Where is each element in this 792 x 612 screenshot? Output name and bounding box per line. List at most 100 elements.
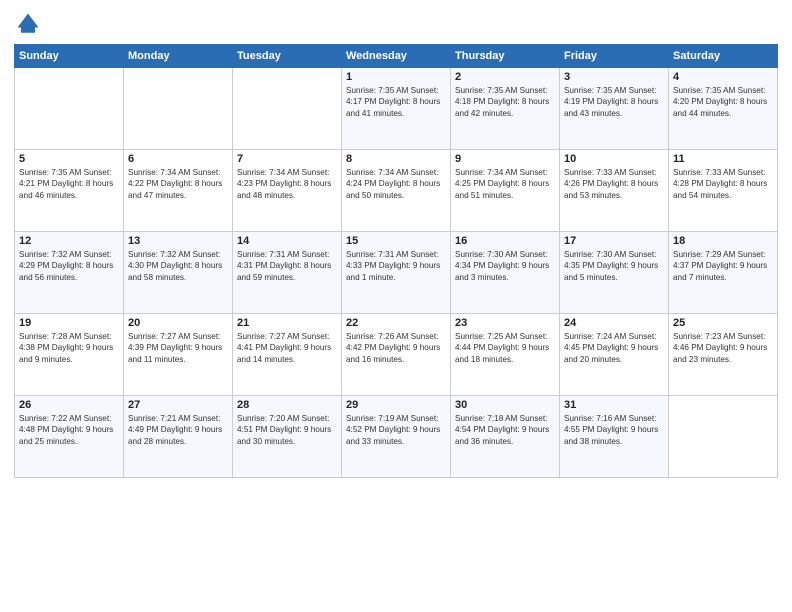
day-info: Sunrise: 7:19 AM Sunset: 4:52 PM Dayligh… [346,413,446,447]
day-number: 8 [346,153,446,165]
day-info: Sunrise: 7:34 AM Sunset: 4:22 PM Dayligh… [128,167,228,201]
day-info: Sunrise: 7:20 AM Sunset: 4:51 PM Dayligh… [237,413,337,447]
calendar-cell: 29 Sunrise: 7:19 AM Sunset: 4:52 PM Dayli… [342,396,451,478]
day-number: 28 [237,399,337,411]
column-header-tuesday: Tuesday [233,45,342,68]
day-info: Sunrise: 7:23 AM Sunset: 4:46 PM Dayligh… [673,331,773,365]
logo-icon [14,10,42,38]
day-number: 18 [673,235,773,247]
day-number: 12 [19,235,119,247]
calendar-cell: 17 Sunrise: 7:30 AM Sunset: 4:35 PM Dayli… [560,232,669,314]
calendar-cell: 26 Sunrise: 7:22 AM Sunset: 4:48 PM Dayli… [15,396,124,478]
calendar-cell: 27 Sunrise: 7:21 AM Sunset: 4:49 PM Dayli… [124,396,233,478]
day-info: Sunrise: 7:29 AM Sunset: 4:37 PM Dayligh… [673,249,773,283]
day-number: 9 [455,153,555,165]
calendar-week-row: 26 Sunrise: 7:22 AM Sunset: 4:48 PM Dayli… [15,396,778,478]
calendar-cell: 25 Sunrise: 7:23 AM Sunset: 4:46 PM Dayli… [669,314,778,396]
day-info: Sunrise: 7:33 AM Sunset: 4:28 PM Dayligh… [673,167,773,201]
calendar-cell: 1 Sunrise: 7:35 AM Sunset: 4:17 PM Daylig… [342,68,451,150]
day-info: Sunrise: 7:21 AM Sunset: 4:49 PM Dayligh… [128,413,228,447]
day-info: Sunrise: 7:33 AM Sunset: 4:26 PM Dayligh… [564,167,664,201]
day-info: Sunrise: 7:30 AM Sunset: 4:34 PM Dayligh… [455,249,555,283]
day-info: Sunrise: 7:31 AM Sunset: 4:33 PM Dayligh… [346,249,446,283]
calendar-cell: 13Sunrise: 7:32 AM Sunset: 4:30 PM Dayli… [124,232,233,314]
day-number: 29 [346,399,446,411]
column-header-monday: Monday [124,45,233,68]
day-info: Sunrise: 7:18 AM Sunset: 4:54 PM Dayligh… [455,413,555,447]
day-number: 19 [19,317,119,329]
day-number: 25 [673,317,773,329]
day-number: 11 [673,153,773,165]
calendar-cell: 8Sunrise: 7:34 AM Sunset: 4:24 PM Daylig… [342,150,451,232]
calendar-cell: 3 Sunrise: 7:35 AM Sunset: 4:19 PM Daylig… [560,68,669,150]
day-info: Sunrise: 7:34 AM Sunset: 4:23 PM Dayligh… [237,167,337,201]
day-info: Sunrise: 7:35 AM Sunset: 4:18 PM Dayligh… [455,85,555,119]
column-header-sunday: Sunday [15,45,124,68]
column-header-saturday: Saturday [669,45,778,68]
calendar-cell: 14 Sunrise: 7:31 AM Sunset: 4:31 PM Dayli… [233,232,342,314]
day-info: Sunrise: 7:22 AM Sunset: 4:48 PM Dayligh… [19,413,119,447]
calendar-cell: 9 Sunrise: 7:34 AM Sunset: 4:25 PM Daylig… [451,150,560,232]
day-info: Sunrise: 7:25 AM Sunset: 4:44 PM Dayligh… [455,331,555,365]
day-info: Sunrise: 7:32 AM Sunset: 4:29 PM Dayligh… [19,249,119,283]
day-number: 7 [237,153,337,165]
day-number: 1 [346,71,446,83]
calendar-table: SundayMondayTuesdayWednesdayThursdayFrid… [14,44,778,478]
calendar-cell: 15 Sunrise: 7:31 AM Sunset: 4:33 PM Dayli… [342,232,451,314]
day-number: 26 [19,399,119,411]
day-info: Sunrise: 7:35 AM Sunset: 4:17 PM Dayligh… [346,85,446,119]
calendar-cell: 4Sunrise: 7:35 AM Sunset: 4:20 PM Daylig… [669,68,778,150]
calendar-cell: 20Sunrise: 7:27 AM Sunset: 4:39 PM Dayli… [124,314,233,396]
day-number: 15 [346,235,446,247]
calendar-cell [669,396,778,478]
calendar-cell: 6 Sunrise: 7:34 AM Sunset: 4:22 PM Daylig… [124,150,233,232]
calendar-cell: 21Sunrise: 7:27 AM Sunset: 4:41 PM Dayli… [233,314,342,396]
day-info: Sunrise: 7:32 AM Sunset: 4:30 PM Dayligh… [128,249,228,283]
calendar-cell: 11 Sunrise: 7:33 AM Sunset: 4:28 PM Dayli… [669,150,778,232]
day-number: 4 [673,71,773,83]
day-info: Sunrise: 7:24 AM Sunset: 4:45 PM Dayligh… [564,331,664,365]
page-container: SundayMondayTuesdayWednesdayThursdayFrid… [0,0,792,486]
day-info: Sunrise: 7:31 AM Sunset: 4:31 PM Dayligh… [237,249,337,283]
calendar-cell [15,68,124,150]
day-info: Sunrise: 7:35 AM Sunset: 4:19 PM Dayligh… [564,85,664,119]
column-header-friday: Friday [560,45,669,68]
calendar-week-row: 1 Sunrise: 7:35 AM Sunset: 4:17 PM Daylig… [15,68,778,150]
day-number: 6 [128,153,228,165]
day-info: Sunrise: 7:16 AM Sunset: 4:55 PM Dayligh… [564,413,664,447]
day-number: 3 [564,71,664,83]
calendar-week-row: 12 Sunrise: 7:32 AM Sunset: 4:29 PM Dayli… [15,232,778,314]
calendar-cell: 12 Sunrise: 7:32 AM Sunset: 4:29 PM Dayli… [15,232,124,314]
calendar-cell: 28 Sunrise: 7:20 AM Sunset: 4:51 PM Dayli… [233,396,342,478]
logo [14,10,46,38]
calendar-cell: 10Sunrise: 7:33 AM Sunset: 4:26 PM Dayli… [560,150,669,232]
day-info: Sunrise: 7:30 AM Sunset: 4:35 PM Dayligh… [564,249,664,283]
header [14,10,778,38]
calendar-cell: 18 Sunrise: 7:29 AM Sunset: 4:37 PM Dayli… [669,232,778,314]
day-number: 23 [455,317,555,329]
calendar-cell: 16 Sunrise: 7:30 AM Sunset: 4:34 PM Dayli… [451,232,560,314]
calendar-cell: 7 Sunrise: 7:34 AM Sunset: 4:23 PM Daylig… [233,150,342,232]
calendar-cell: 30 Sunrise: 7:18 AM Sunset: 4:54 PM Dayli… [451,396,560,478]
day-number: 30 [455,399,555,411]
calendar-cell [233,68,342,150]
day-number: 14 [237,235,337,247]
day-info: Sunrise: 7:35 AM Sunset: 4:21 PM Dayligh… [19,167,119,201]
day-number: 17 [564,235,664,247]
calendar-header-row: SundayMondayTuesdayWednesdayThursdayFrid… [15,45,778,68]
calendar-cell: 24 Sunrise: 7:24 AM Sunset: 4:45 PM Dayli… [560,314,669,396]
day-info: Sunrise: 7:27 AM Sunset: 4:39 PM Dayligh… [128,331,228,365]
day-number: 24 [564,317,664,329]
calendar-cell: 2 Sunrise: 7:35 AM Sunset: 4:18 PM Daylig… [451,68,560,150]
day-info: Sunrise: 7:34 AM Sunset: 4:25 PM Dayligh… [455,167,555,201]
day-number: 31 [564,399,664,411]
calendar-cell [124,68,233,150]
calendar-cell: 5Sunrise: 7:35 AM Sunset: 4:21 PM Daylig… [15,150,124,232]
day-number: 27 [128,399,228,411]
calendar-cell: 19Sunrise: 7:28 AM Sunset: 4:38 PM Dayli… [15,314,124,396]
day-number: 2 [455,71,555,83]
calendar-cell: 23 Sunrise: 7:25 AM Sunset: 4:44 PM Dayli… [451,314,560,396]
calendar-week-row: 19Sunrise: 7:28 AM Sunset: 4:38 PM Dayli… [15,314,778,396]
day-number: 16 [455,235,555,247]
calendar-cell: 22Sunrise: 7:26 AM Sunset: 4:42 PM Dayli… [342,314,451,396]
